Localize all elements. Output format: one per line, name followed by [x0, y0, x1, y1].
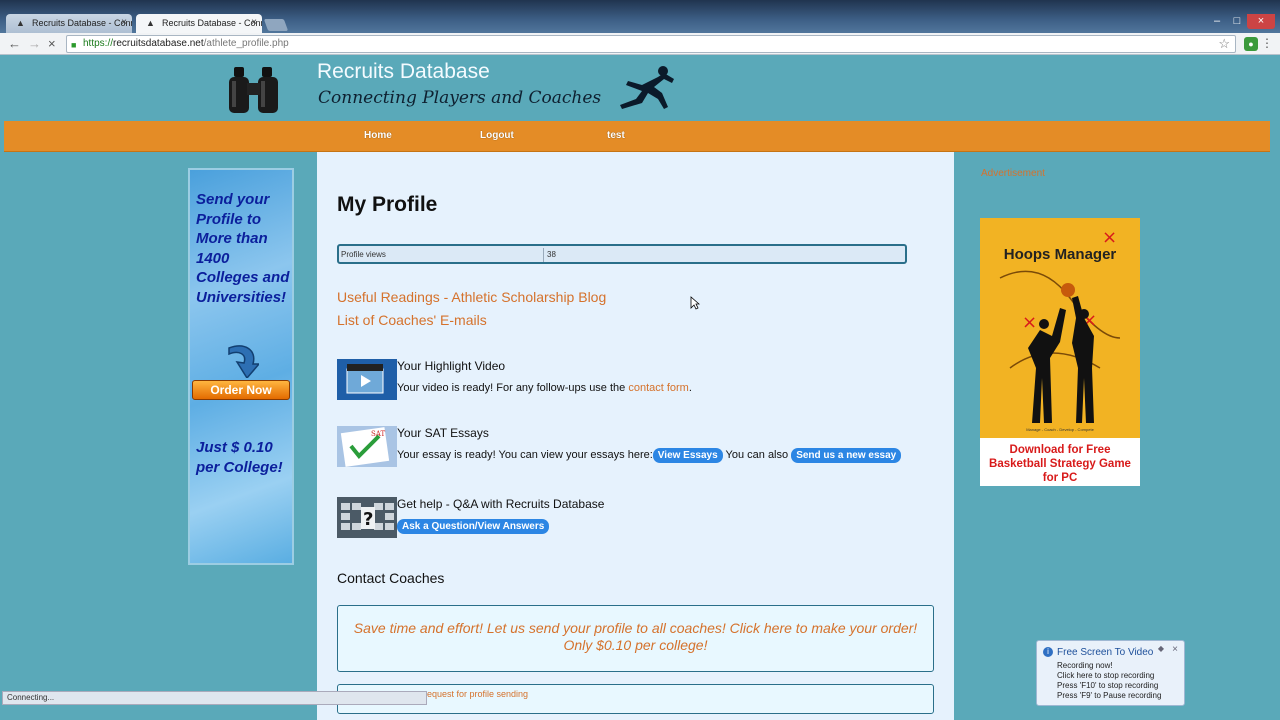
left-ad-text: Send your Profile to More than 1400 Coll…: [196, 191, 290, 306]
binoculars-icon: [229, 67, 278, 113]
browser-tab[interactable]: ▲ Recruits Database - Conn ×: [6, 14, 132, 33]
hoops-manager-ad[interactable]: × × × Hoops Manager Manage - Coach - Dev…: [980, 218, 1140, 486]
svg-text:×: ×: [1102, 227, 1117, 248]
nav-home[interactable]: Home: [364, 130, 392, 141]
contact-coaches-heading: Contact Coaches: [337, 570, 445, 586]
video-text-before: Your video is ready! For any follow-ups …: [397, 382, 629, 394]
hoops-manager-title: Hoops Manager: [1003, 246, 1117, 263]
browser-status-bar: Connecting...: [2, 691, 427, 705]
sat-essay-icon: SAT: [337, 426, 397, 467]
profile-views-table: Profile views 38: [337, 244, 907, 264]
advertisement-label: Advertisement: [981, 168, 1045, 179]
hoops-manager-tagline: Manage - Coach - Develop - Compete: [1026, 427, 1094, 432]
download-free-game-link[interactable]: Download for Free Basketball Strategy Ga…: [980, 443, 1140, 485]
stop-icon[interactable]: ×: [48, 35, 56, 53]
main-content: My Profile Profile views 38 Useful Readi…: [317, 152, 954, 720]
keyboard-question-icon: ?: [337, 497, 397, 538]
url-scheme: https://: [83, 38, 114, 49]
useful-readings-link[interactable]: Useful Readings - Athletic Scholarship B…: [337, 289, 606, 305]
profile-sending-request-text: request for profile sending: [424, 689, 529, 699]
tab-title: Recruits Database - Conn: [32, 18, 132, 28]
video-text: Your video is ready! For any follow-ups …: [397, 382, 692, 394]
bookmark-star-icon[interactable]: ☆: [1218, 36, 1230, 52]
profile-views-value: 38: [547, 250, 556, 259]
svg-text:?: ?: [363, 509, 373, 530]
send-new-essay-button[interactable]: Send us a new essay: [791, 448, 902, 463]
sat-title: Your SAT Essays: [397, 426, 489, 440]
help-title: Get help - Q&A with Recruits Database: [397, 497, 605, 511]
main-nav: Home Logout test: [4, 121, 1270, 152]
help-actions: Ask a Question/View Answers: [397, 519, 550, 534]
left-ad-price: Just $ 0.10 per College!: [196, 439, 283, 476]
tab-title: Recruits Database - Conn: [162, 18, 262, 28]
left-ad-banner[interactable]: Send your Profile to More than 1400 Coll…: [188, 168, 294, 565]
maximize-icon[interactable]: □: [1227, 14, 1247, 29]
pin-icon[interactable]: ◆: [1158, 644, 1164, 653]
minimize-icon[interactable]: –: [1207, 14, 1227, 29]
menu-icon[interactable]: ⋮: [1261, 36, 1273, 50]
web-page: Recruits Database Connecting Players and…: [4, 55, 1270, 720]
recorder-line: Press 'F10' to stop recording: [1057, 681, 1159, 690]
new-tab-button[interactable]: [263, 19, 289, 31]
sat-text-middle: You can also: [722, 449, 792, 461]
svg-text:SAT: SAT: [371, 430, 385, 438]
site-subtitle: Connecting Players and Coaches: [318, 88, 602, 108]
ask-question-button[interactable]: Ask a Question/View Answers: [397, 519, 550, 534]
nav-logout[interactable]: Logout: [480, 130, 514, 141]
page-title: My Profile: [337, 193, 438, 216]
lock-icon: ■: [71, 40, 77, 50]
site-favicon-icon: ▲: [146, 18, 155, 28]
recorder-line: Press 'F9' to Pause recording: [1057, 691, 1162, 700]
view-essays-button[interactable]: View Essays: [652, 448, 723, 463]
browser-toolbar: ← → × ■ https://recruitsdatabase.net/ath…: [0, 33, 1280, 55]
site-header: Recruits Database Connecting Players and…: [4, 55, 1270, 121]
order-now-button[interactable]: Order Now: [192, 380, 290, 400]
video-text-after: .: [688, 382, 692, 394]
back-icon[interactable]: ←: [8, 35, 21, 53]
contact-form-link[interactable]: contact form: [628, 382, 689, 394]
forward-icon[interactable]: →: [28, 35, 41, 53]
svg-text:×: ×: [1022, 312, 1037, 333]
video-title: Your Highlight Video: [397, 359, 506, 373]
url-path: /athlete_profile.php: [203, 38, 289, 49]
browser-tabstrip: ▲ Recruits Database - Conn × ▲ Recruits …: [0, 0, 1280, 33]
curved-arrow-icon: [228, 345, 259, 378]
recorder-line[interactable]: Click here to stop recording: [1057, 671, 1154, 680]
profile-views-label: Profile views: [341, 248, 544, 262]
sat-text: Your essay is ready! You can view your e…: [397, 448, 902, 463]
screen-recorder-notification[interactable]: i Free Screen To Video ◆ × Recording now…: [1036, 640, 1185, 706]
address-bar[interactable]: ■ https://recruitsdatabase.net/athlete_p…: [66, 35, 1236, 53]
video-icon: [337, 359, 397, 400]
mouse-cursor-icon: [690, 296, 700, 310]
coaches-emails-link[interactable]: List of Coaches' E-mails: [337, 312, 487, 328]
close-window-icon[interactable]: ×: [1247, 14, 1275, 29]
site-favicon-icon: ▲: [16, 18, 25, 28]
screen: ▲ Recruits Database - Conn × ▲ Recruits …: [0, 0, 1280, 720]
runner-icon: [620, 66, 674, 109]
send-profile-promo[interactable]: Save time and effort! Let us send your p…: [337, 605, 934, 672]
site-title[interactable]: Recruits Database: [317, 60, 490, 84]
sat-text-before: Your essay is ready! You can view your e…: [397, 449, 653, 461]
extension-icon[interactable]: ●: [1244, 37, 1258, 51]
tab-close-icon[interactable]: ×: [251, 17, 257, 28]
close-icon[interactable]: ×: [1172, 644, 1178, 655]
recorder-title: Free Screen To Video: [1057, 647, 1154, 658]
nav-user[interactable]: test: [607, 130, 625, 141]
tab-close-icon[interactable]: ×: [121, 17, 127, 28]
recorder-line: Recording now!: [1057, 661, 1113, 670]
url-host: recruitsdatabase.net: [113, 38, 204, 49]
info-icon: i: [1043, 647, 1053, 657]
browser-tab-active[interactable]: ▲ Recruits Database - Conn ×: [136, 14, 262, 33]
